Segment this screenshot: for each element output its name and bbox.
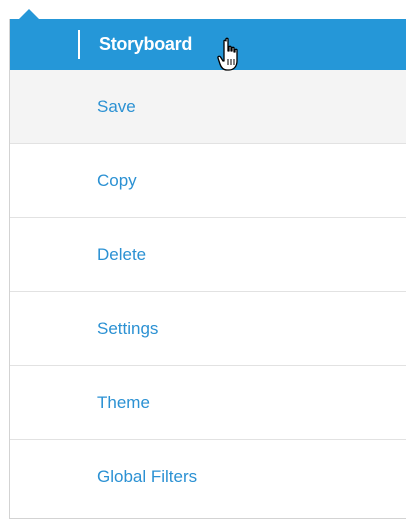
menu-header: Storyboard: [10, 19, 406, 70]
dropdown-menu: Storyboard Save Copy Delete Settings The…: [9, 19, 406, 519]
menu-title: Storyboard: [99, 34, 193, 54]
menu-item-delete[interactable]: Delete: [10, 218, 406, 292]
menu-item-settings[interactable]: Settings: [10, 292, 406, 366]
menu-item-global-filters[interactable]: Global Filters: [10, 440, 406, 514]
menu-item-copy[interactable]: Copy: [10, 144, 406, 218]
menu-list: Save Copy Delete Settings Theme Global F…: [10, 70, 406, 514]
menu-pointer-arrow: [19, 9, 39, 19]
header-divider: [78, 30, 80, 59]
menu-item-theme[interactable]: Theme: [10, 366, 406, 440]
hand-pointer-icon: [217, 37, 238, 71]
menu-item-save[interactable]: Save: [10, 70, 406, 144]
